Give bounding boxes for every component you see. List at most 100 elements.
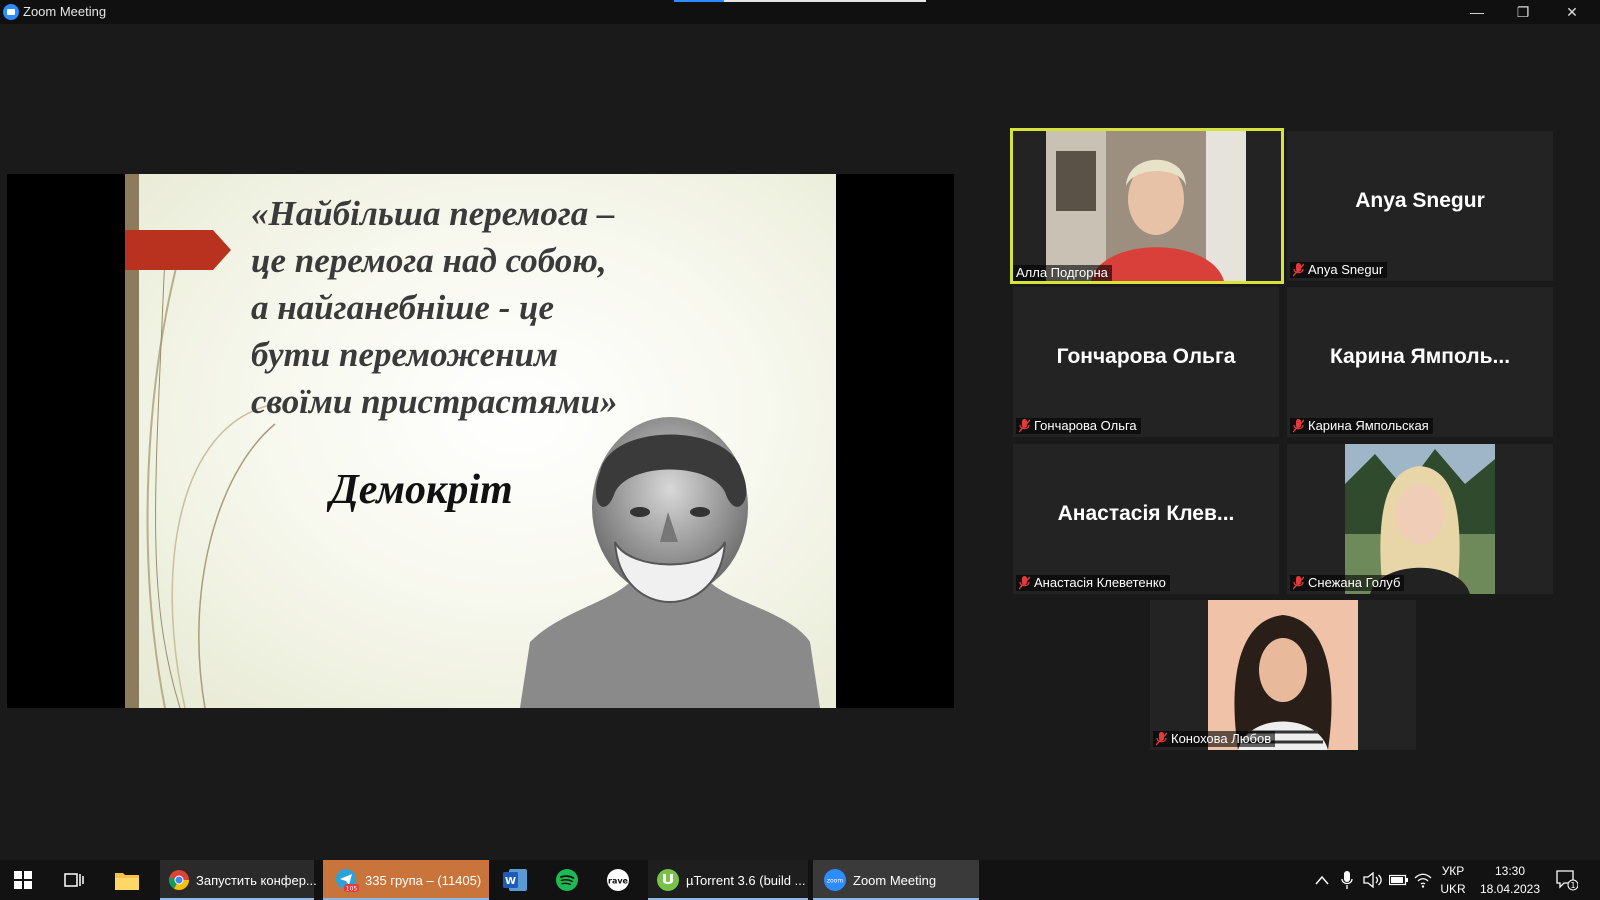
taskbar-app-word[interactable]: W — [503, 860, 527, 900]
speaker-icon — [1363, 872, 1382, 888]
taskbar-app-label: 335 група – (11405) — [365, 872, 482, 888]
participant-name: Конохова Любов — [1171, 731, 1272, 746]
participant-label: Снежана Голуб — [1290, 575, 1405, 591]
telegram-icon: 105 — [336, 869, 359, 892]
participant-tile[interactable]: Гончарова Ольга Гончарова Ольга — [1013, 287, 1279, 437]
volume-button[interactable] — [1363, 860, 1383, 900]
quote-line: це перемога над собою, — [251, 241, 607, 280]
wifi-icon — [1414, 873, 1432, 888]
muted-mic-icon — [1019, 419, 1030, 433]
taskbar-app-utorrent[interactable]: µTorrent 3.6 (build ... — [648, 860, 808, 900]
participant-tile[interactable]: Снежана Голуб — [1287, 444, 1553, 594]
clock[interactable]: 13:30 18.04.2023 — [1478, 864, 1542, 896]
start-button[interactable] — [14, 860, 32, 900]
taskbar-app-chrome-content: Запустить конфер... — [168, 860, 317, 900]
participant-tile[interactable]: Алла Подгорна — [1010, 128, 1284, 284]
participant-label: Гончарова Ольга — [1016, 418, 1141, 434]
participant-name: Anya Snegur — [1308, 262, 1384, 277]
microphone-icon — [1341, 871, 1353, 889]
language-indicator[interactable]: УКР UKR — [1436, 864, 1470, 896]
participant-label: Карина Ямпольская — [1290, 418, 1433, 434]
notifications-button[interactable]: 1 — [1556, 860, 1578, 900]
chevron-up-icon — [1315, 875, 1329, 885]
participant-name: Гончарова Ольга — [1034, 418, 1137, 433]
language-code: УКР — [1441, 864, 1465, 878]
microphone-button[interactable] — [1341, 860, 1353, 900]
participant-tile[interactable]: Конохова Любов — [1150, 600, 1416, 750]
participant-tile[interactable]: Anya Snegur Anya Snegur — [1287, 131, 1553, 281]
word-icon: W — [503, 869, 527, 891]
taskbar-app-chrome[interactable]: Запустить конфер... — [160, 860, 317, 900]
folder-icon — [115, 873, 139, 890]
taskbar-app-spotify[interactable] — [555, 860, 579, 900]
slide-author: Демокріт — [330, 467, 513, 513]
zoom-logo-icon — [3, 4, 19, 20]
file-explorer-button[interactable] — [115, 860, 139, 900]
zoom-icon: zoom — [824, 869, 846, 891]
participant-label: Анастасія Клеветенко — [1016, 575, 1170, 591]
slide-quote: «Найбільша перемога – це перемога над со… — [251, 190, 811, 425]
chrome-icon — [168, 870, 189, 890]
minimize-button[interactable]: — — [1454, 0, 1500, 24]
title-bar: Zoom Meeting — ❐ ✕ — [0, 0, 1600, 24]
taskbar-app-label: Запустить конфер... — [196, 872, 317, 888]
share-indicator-bar — [674, 0, 926, 2]
muted-mic-icon — [1293, 419, 1304, 433]
network-button[interactable] — [1414, 860, 1432, 900]
taskbar-app-label: Zoom Meeting — [853, 872, 937, 888]
participant-name: Алла Подгорна — [1016, 265, 1108, 280]
svg-text:W: W — [505, 876, 516, 887]
task-view-button[interactable] — [64, 860, 84, 900]
notification-count: 1 — [1570, 881, 1575, 890]
participant-name: Снежана Голуб — [1308, 575, 1401, 590]
participant-display-name: Anya Snegur — [1355, 189, 1485, 212]
tray-overflow-button[interactable] — [1315, 860, 1329, 900]
taskbar-app-rave[interactable]: rave — [605, 860, 631, 900]
muted-mic-icon — [1293, 263, 1304, 277]
muted-mic-icon — [1019, 576, 1030, 590]
participant-label: Anya Snegur — [1290, 262, 1388, 278]
restore-button[interactable]: ❐ — [1500, 0, 1546, 24]
participant-tile[interactable]: Карина Ямполь... Карина Ямпольская — [1287, 287, 1553, 437]
rave-icon: rave — [607, 869, 629, 891]
participant-display-name: Карина Ямполь... — [1329, 345, 1511, 368]
participant-display-name: Анастасія Клев... — [1057, 502, 1235, 525]
clock-time: 13:30 — [1494, 864, 1526, 878]
shared-screen[interactable]: «Найбільша перемога – це перемога над со… — [7, 174, 954, 708]
spotify-icon — [556, 869, 578, 891]
quote-line: а найганебніше - це — [251, 288, 555, 327]
participant-video — [1345, 444, 1495, 594]
participant-display-name: Гончарова Ольга — [1056, 345, 1236, 368]
notification-icon: 1 — [1556, 870, 1578, 891]
participant-label: Алла Подгорна — [1013, 265, 1112, 281]
presentation-slide: «Найбільша перемога – це перемога над со… — [125, 174, 836, 708]
battery-icon — [1389, 874, 1408, 886]
muted-mic-icon — [1293, 576, 1304, 590]
participant-tile[interactable]: Анастасія Клев... Анастасія Клеветенко — [1013, 444, 1279, 594]
taskbar-app-zoom[interactable]: zoom Zoom Meeting — [813, 860, 979, 900]
taskbar-app-telegram-content: 105 335 група – (11405) — [335, 860, 481, 900]
keyboard-layout: UKR — [1440, 882, 1466, 896]
svg-text:rave: rave — [608, 877, 629, 886]
taskbar-app-telegram[interactable]: 105 335 група – (11405) — [323, 860, 489, 900]
quote-line: бути переможеним — [251, 335, 559, 374]
philosopher-bust-image — [520, 417, 820, 708]
taskbar-app-label: µTorrent 3.6 (build ... — [686, 872, 806, 888]
taskbar: Запустить конфер... 105 335 група – (114… — [0, 860, 1600, 900]
task-view-icon — [64, 873, 84, 887]
muted-mic-icon — [1156, 732, 1167, 746]
battery-button[interactable] — [1389, 860, 1409, 900]
participant-label: Конохова Любов — [1153, 731, 1276, 747]
close-button[interactable]: ✕ — [1549, 0, 1595, 24]
utorrent-icon — [657, 869, 679, 891]
windows-icon — [14, 871, 32, 889]
window-title: Zoom Meeting — [23, 4, 107, 19]
taskbar-app-utorrent-content: µTorrent 3.6 (build ... — [656, 860, 806, 900]
participant-video — [1208, 600, 1358, 750]
clock-date: 18.04.2023 — [1479, 882, 1541, 896]
quote-line: «Найбільша перемога – — [251, 194, 615, 233]
participant-name: Карина Ямпольская — [1308, 418, 1429, 433]
taskbar-app-zoom-content: zoom Zoom Meeting — [823, 860, 936, 900]
svg-text:zoom: zoom — [827, 878, 843, 885]
red-arrow-shape — [125, 230, 231, 270]
